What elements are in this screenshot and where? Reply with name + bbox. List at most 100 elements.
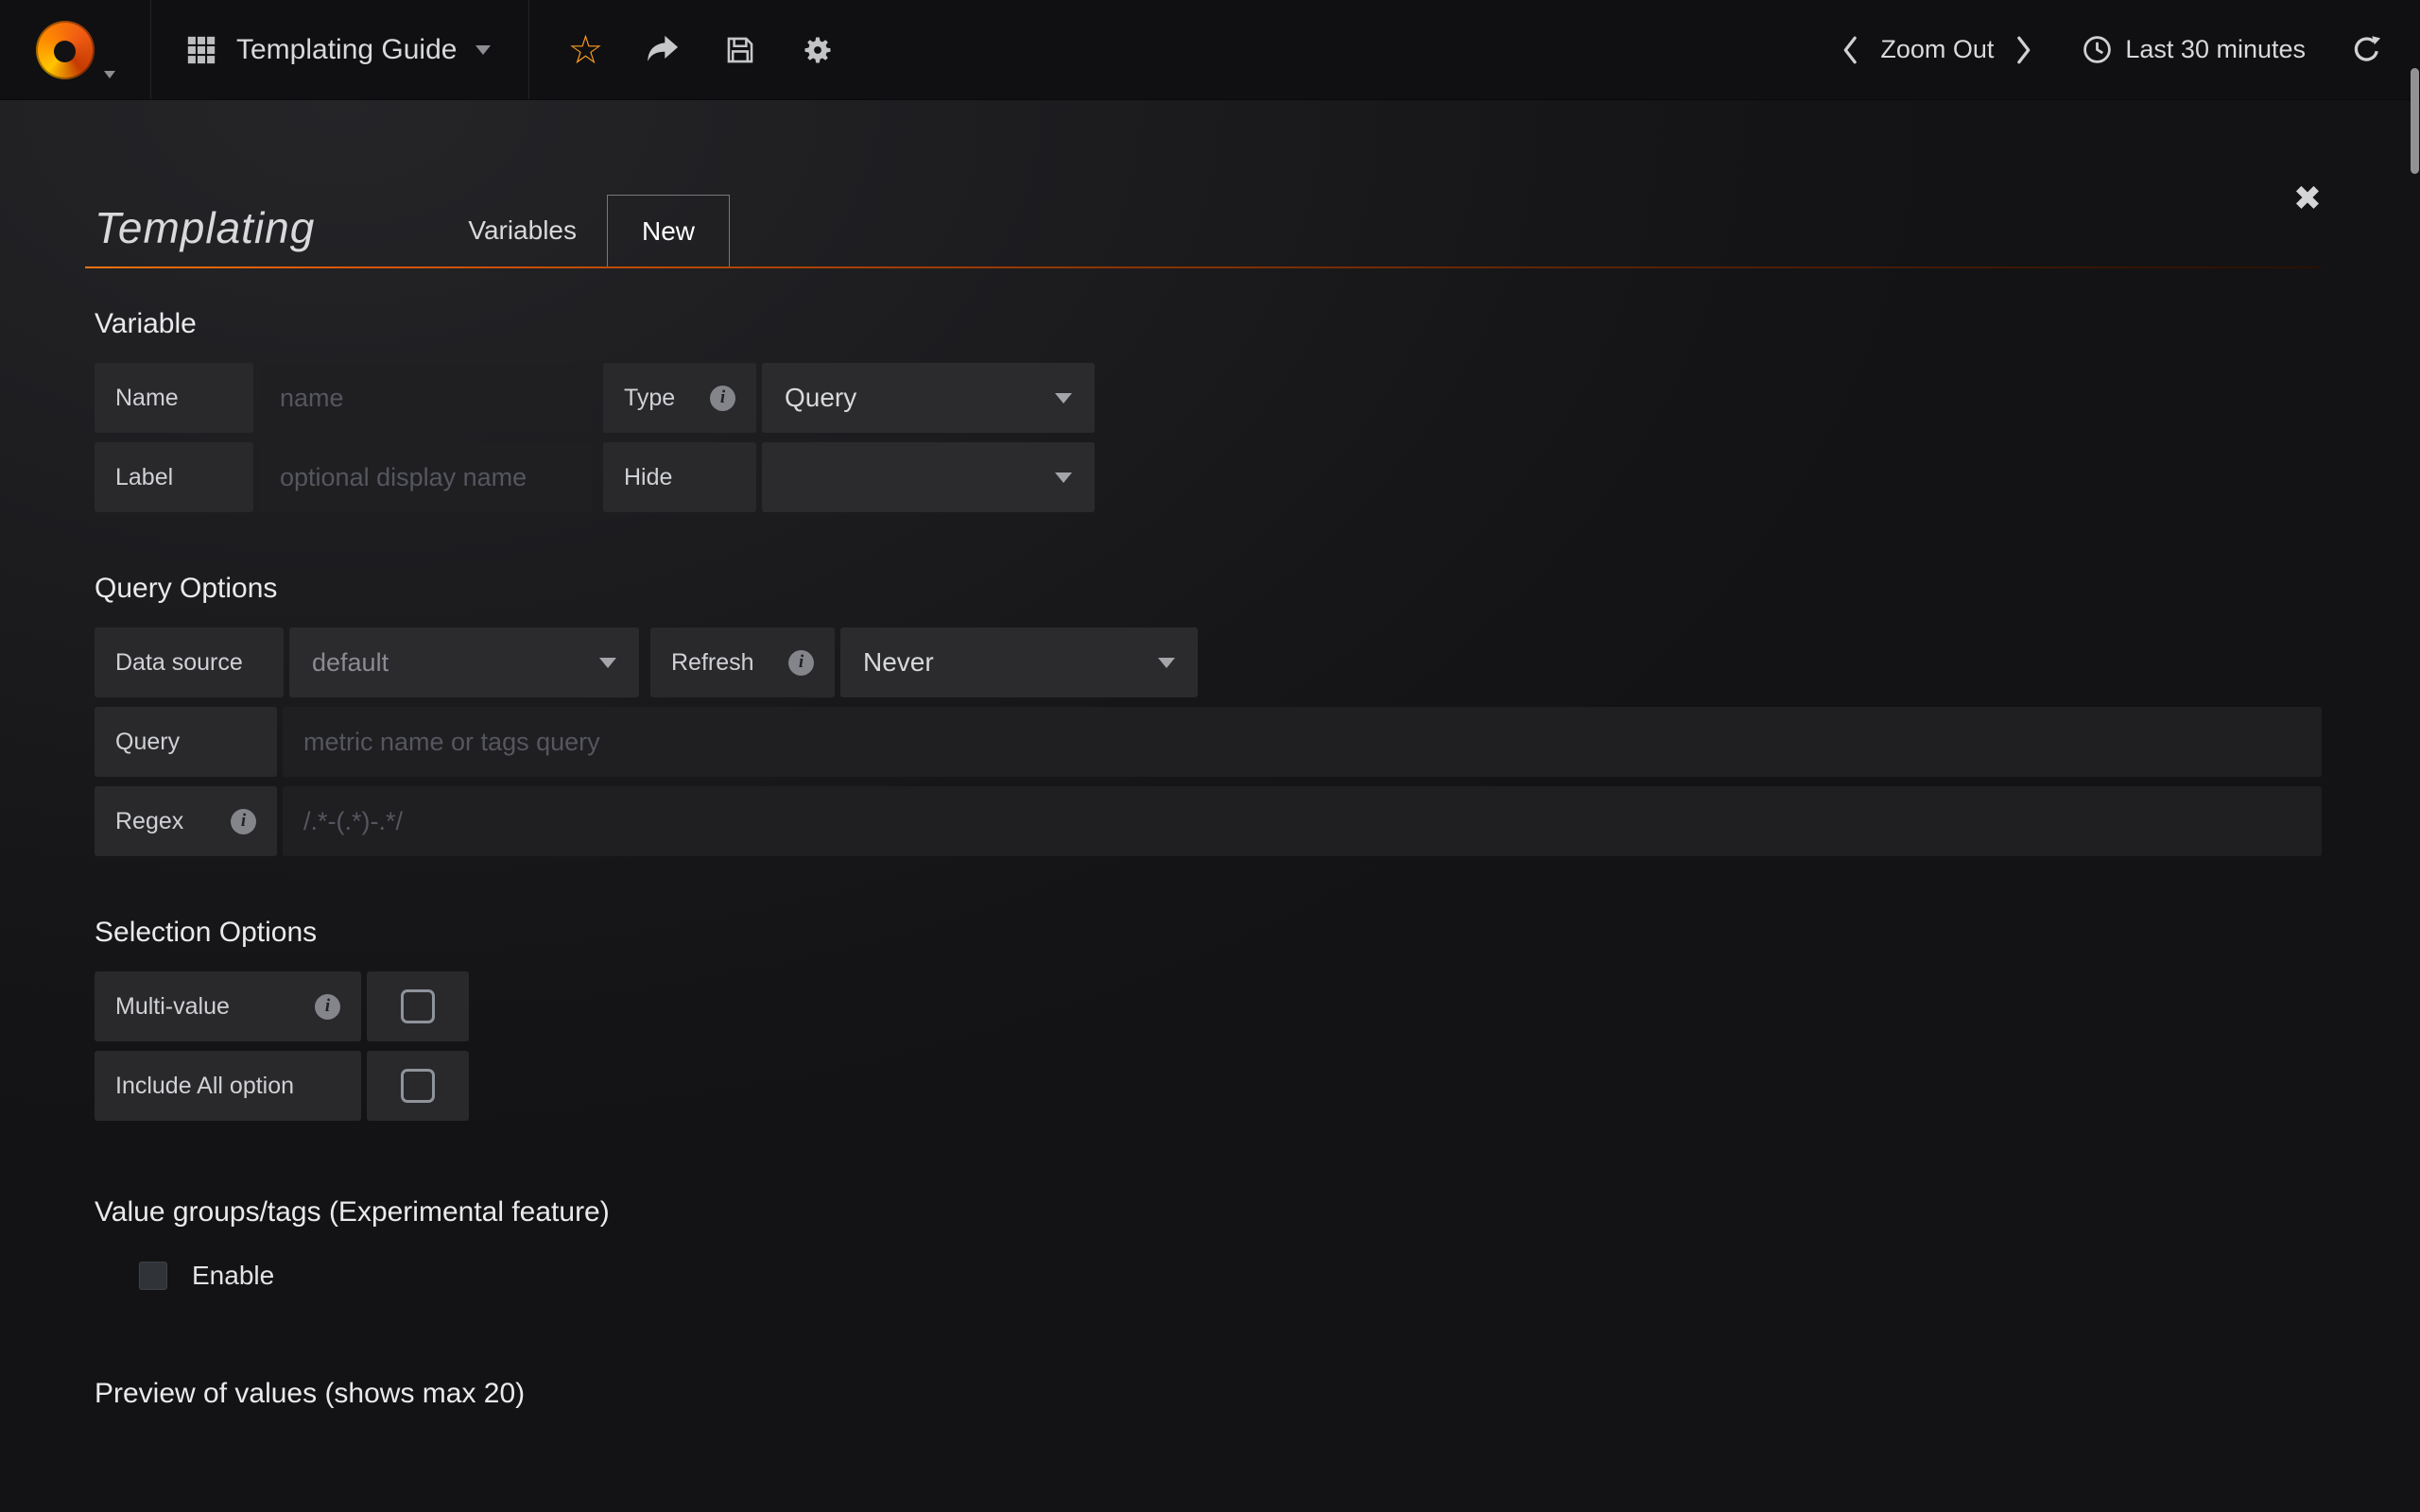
dashboard-actions: ☆ xyxy=(529,0,856,99)
name-field: Name xyxy=(95,363,592,433)
grafana-logo-icon xyxy=(36,21,95,79)
info-icon[interactable]: i xyxy=(788,650,814,676)
page-header: Templating Variables New ✖ xyxy=(95,153,2322,266)
multi-value-label-text: Multi-value xyxy=(115,993,230,1021)
type-label-text: Type xyxy=(624,385,675,412)
query-options-row-1: Data source default Refresh i Never xyxy=(95,627,2322,697)
dashboard-grid-icon xyxy=(185,34,217,66)
chevron-right-icon xyxy=(2016,35,2032,65)
enable-checkbox[interactable] xyxy=(139,1262,167,1290)
save-icon xyxy=(724,34,756,66)
time-shift-back-button[interactable] xyxy=(1826,0,1873,99)
chevron-left-icon xyxy=(1841,35,1858,65)
value-groups-heading: Value groups/tags (Experimental feature) xyxy=(95,1196,2322,1228)
variable-row-1: Name Type i Query xyxy=(95,363,2322,433)
info-icon[interactable]: i xyxy=(231,809,256,834)
multi-value-label: Multi-value i xyxy=(95,971,361,1041)
hide-field: Hide xyxy=(603,442,1095,512)
navbar-spacer xyxy=(856,0,1826,99)
time-controls: Zoom Out Last 30 minutes xyxy=(1826,0,2420,99)
type-select-value: Query xyxy=(785,383,856,413)
gear-icon xyxy=(801,33,835,67)
page-title: Templating xyxy=(95,202,315,253)
refresh-select[interactable]: Never xyxy=(840,627,1198,697)
query-input[interactable] xyxy=(283,707,2322,777)
tab-underline-accent xyxy=(85,266,2322,268)
dashboard-title: Templating Guide xyxy=(236,34,457,66)
chevron-down-icon xyxy=(599,658,616,668)
grafana-main-menu[interactable] xyxy=(0,0,151,99)
type-field: Type i Query xyxy=(603,363,1095,433)
zoom-out-button[interactable]: Zoom Out xyxy=(1873,35,2001,64)
grafana-app: Templating Guide ☆ xyxy=(0,0,2420,1512)
chevron-down-icon xyxy=(1055,472,1072,483)
datasource-select-value: default xyxy=(312,648,389,678)
enable-row: Enable xyxy=(139,1261,2322,1291)
variable-row-2: Label Hide xyxy=(95,442,2322,512)
hide-label: Hide xyxy=(603,442,756,512)
time-range-picker[interactable]: Last 30 minutes xyxy=(2082,34,2306,65)
datasource-label: Data source xyxy=(95,627,284,697)
label-input[interactable] xyxy=(259,442,592,512)
type-label: Type i xyxy=(603,363,756,433)
regex-label-text: Regex xyxy=(115,808,183,835)
refresh-label-text: Refresh xyxy=(671,649,754,677)
multi-value-checkbox[interactable] xyxy=(367,971,469,1041)
selection-row-2: Include All option xyxy=(95,1051,2322,1121)
enable-label: Enable xyxy=(192,1261,274,1291)
hide-select[interactable] xyxy=(762,442,1095,512)
time-range-label: Last 30 minutes xyxy=(2125,35,2306,64)
checkbox-icon xyxy=(401,1069,435,1103)
dashboard-title-menu[interactable]: Templating Guide xyxy=(151,0,529,99)
chevron-down-icon xyxy=(104,71,115,78)
tab-bar: Variables New xyxy=(438,195,730,266)
share-icon xyxy=(645,34,681,66)
chevron-down-icon xyxy=(475,45,491,55)
query-label: Query xyxy=(95,707,277,777)
chevron-down-icon xyxy=(1055,393,1072,404)
refresh-icon xyxy=(2351,34,2382,65)
multi-value-field: Multi-value i xyxy=(95,971,469,1041)
regex-field: Regex i xyxy=(95,786,2322,856)
close-icon[interactable]: ✖ xyxy=(2293,181,2322,215)
label-label: Label xyxy=(95,442,253,512)
top-navbar: Templating Guide ☆ xyxy=(0,0,2420,100)
refresh-label: Refresh i xyxy=(650,627,835,697)
tab-new[interactable]: New xyxy=(607,195,730,266)
selection-options-heading: Selection Options xyxy=(95,917,2322,949)
refresh-select-value: Never xyxy=(863,647,934,678)
refresh-field: Refresh i Never xyxy=(650,627,1198,697)
type-select[interactable]: Query xyxy=(762,363,1095,433)
label-field: Label xyxy=(95,442,592,512)
chevron-down-icon xyxy=(1158,658,1175,668)
regex-input[interactable] xyxy=(283,786,2322,856)
info-icon[interactable]: i xyxy=(710,386,735,411)
query-options-heading: Query Options xyxy=(95,573,2322,605)
datasource-select[interactable]: default xyxy=(289,627,639,697)
datasource-field: Data source default xyxy=(95,627,639,697)
name-input[interactable] xyxy=(259,363,592,433)
query-field: Query xyxy=(95,707,2322,777)
save-dashboard-button[interactable] xyxy=(701,0,779,99)
templating-editor: Templating Variables New ✖ Variable Name… xyxy=(0,100,2420,1512)
share-dashboard-button[interactable] xyxy=(624,0,701,99)
time-shift-forward-button[interactable] xyxy=(2001,0,2048,99)
selection-row-1: Multi-value i xyxy=(95,971,2322,1041)
variable-section-heading: Variable xyxy=(95,308,2322,340)
clock-icon xyxy=(2082,34,2113,65)
query-options-row-2: Query xyxy=(95,707,2322,777)
star-dashboard-button[interactable]: ☆ xyxy=(546,0,624,99)
include-all-field: Include All option xyxy=(95,1051,469,1121)
scrollbar-thumb[interactable] xyxy=(2411,68,2419,174)
tab-variables[interactable]: Variables xyxy=(438,195,607,266)
name-label: Name xyxy=(95,363,253,433)
refresh-dashboard-button[interactable] xyxy=(2345,33,2388,66)
regex-label: Regex i xyxy=(95,786,277,856)
include-all-checkbox[interactable] xyxy=(367,1051,469,1121)
query-options-row-3: Regex i xyxy=(95,786,2322,856)
dashboard-settings-button[interactable] xyxy=(779,0,856,99)
checkbox-icon xyxy=(401,989,435,1023)
info-icon[interactable]: i xyxy=(315,994,340,1020)
include-all-label: Include All option xyxy=(95,1051,361,1121)
preview-heading: Preview of values (shows max 20) xyxy=(95,1378,2322,1410)
